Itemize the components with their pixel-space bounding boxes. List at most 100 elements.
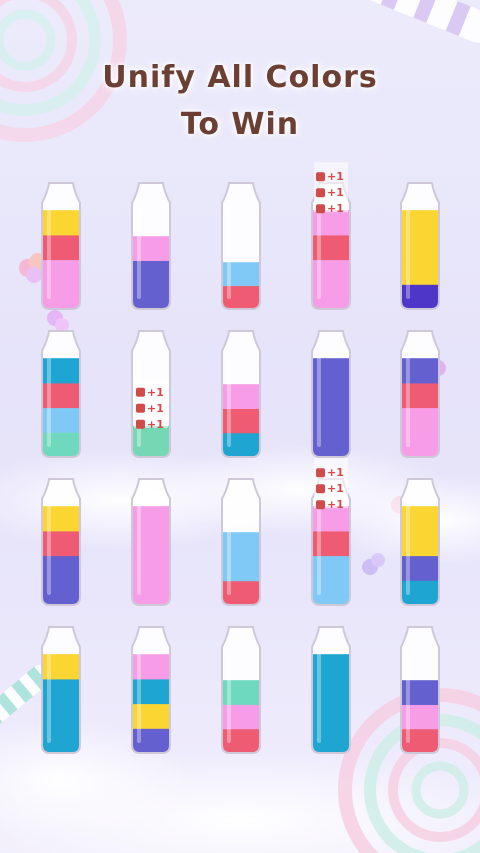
liquid-layer-pink bbox=[132, 555, 170, 581]
glass-highlight bbox=[47, 357, 51, 447]
liquid-layer-yellow bbox=[401, 506, 439, 532]
liquid-layer-indigo bbox=[132, 728, 170, 753]
glass-highlight bbox=[317, 357, 321, 447]
glass-highlight bbox=[317, 209, 321, 299]
bonus-label: +1 bbox=[327, 170, 344, 183]
liquid-layer-lightblue bbox=[312, 555, 350, 581]
bottle[interactable] bbox=[130, 626, 172, 754]
bottle[interactable] bbox=[399, 626, 441, 754]
bottle[interactable] bbox=[40, 330, 82, 458]
liquid-layer-lightblue bbox=[222, 556, 260, 582]
liquid-layer-pink bbox=[42, 259, 80, 285]
liquid-layer-darkblue bbox=[42, 703, 80, 729]
liquid-layer-lightblue bbox=[222, 532, 260, 557]
glass-highlight bbox=[406, 357, 410, 447]
liquid-layer-indigo bbox=[132, 260, 170, 286]
bottle[interactable] bbox=[40, 182, 82, 310]
bottle[interactable] bbox=[310, 330, 352, 458]
liquid-layer-pink bbox=[132, 580, 170, 605]
liquid-layer-pink bbox=[222, 704, 260, 730]
liquid-layer-yellow bbox=[42, 506, 80, 532]
liquid-layer-indigo bbox=[401, 680, 439, 705]
liquid-layer-darkblue bbox=[312, 654, 350, 680]
liquid-layer-red bbox=[222, 728, 260, 753]
liquid-layer-lightblue bbox=[312, 580, 350, 605]
glass-highlight bbox=[227, 505, 231, 595]
liquid-layer-indigo bbox=[312, 358, 350, 384]
liquid-layer-red bbox=[42, 234, 80, 261]
liquid-layer-yellow bbox=[132, 703, 170, 729]
bottle[interactable] bbox=[130, 478, 172, 606]
liquid-layer-red bbox=[401, 728, 439, 753]
bonus-label: +1 bbox=[327, 186, 344, 199]
bottle[interactable] bbox=[40, 626, 82, 754]
liquid-layer-pink bbox=[42, 284, 80, 309]
bottle[interactable] bbox=[220, 626, 262, 754]
liquid-layer-darkblue bbox=[312, 678, 350, 705]
bottle[interactable] bbox=[130, 182, 172, 310]
liquid-layer-indigo bbox=[132, 284, 170, 309]
liquid-layer-pink bbox=[132, 236, 170, 261]
bottle[interactable] bbox=[399, 182, 441, 310]
glass-highlight bbox=[317, 505, 321, 595]
liquid-layer-red bbox=[312, 530, 350, 557]
liquid-layer-yellow bbox=[401, 234, 439, 261]
bottle[interactable] bbox=[220, 182, 262, 310]
liquid-layer-yellow bbox=[401, 259, 439, 285]
liquid-layer-red bbox=[42, 382, 80, 409]
liquid-layer-yellow bbox=[401, 210, 439, 236]
bonus-label: +1 bbox=[327, 466, 344, 479]
glass-highlight bbox=[406, 653, 410, 743]
glass-highlight bbox=[47, 505, 51, 595]
bottle[interactable] bbox=[399, 330, 441, 458]
liquid-layer-teal bbox=[42, 432, 80, 457]
liquid-layer-darkblue bbox=[401, 580, 439, 605]
liquid-layer-red bbox=[42, 530, 80, 557]
liquid-layer-lightblue bbox=[42, 407, 80, 433]
bottle[interactable]: +1 +1 +1 bbox=[310, 458, 352, 606]
glass-highlight bbox=[47, 653, 51, 743]
liquid-layer-pink bbox=[132, 506, 170, 532]
liquid-layer-indigo bbox=[42, 580, 80, 605]
liquid-layer-indigo bbox=[312, 432, 350, 457]
liquid-layer-pink bbox=[312, 259, 350, 285]
bonus-label: +1 bbox=[327, 498, 344, 511]
bottle[interactable] bbox=[220, 330, 262, 458]
liquid-layer-darkblue bbox=[312, 728, 350, 753]
bonus-label: +1 bbox=[147, 386, 164, 399]
liquid-layer-pink bbox=[401, 704, 439, 730]
thumbs-up-icon bbox=[316, 484, 325, 494]
liquid-layer-teal bbox=[222, 680, 260, 705]
glass-highlight bbox=[406, 209, 410, 299]
liquid-layer-pink bbox=[132, 530, 170, 557]
bottle[interactable]: +1 +1 +1 bbox=[130, 330, 172, 458]
thumbs-up-icon bbox=[316, 500, 325, 510]
bottle[interactable] bbox=[220, 478, 262, 606]
bottle[interactable] bbox=[40, 478, 82, 606]
glass-highlight bbox=[317, 653, 321, 743]
liquid-layer-red bbox=[222, 580, 260, 605]
liquid-layer-indigo bbox=[42, 555, 80, 581]
thumbs-up-icon bbox=[316, 204, 325, 214]
thumbs-up-icon bbox=[136, 419, 145, 429]
liquid-layer-violet bbox=[401, 284, 439, 309]
thumbs-up-icon bbox=[316, 468, 325, 478]
liquid-layer-indigo bbox=[312, 382, 350, 409]
liquid-layer-pink bbox=[222, 384, 260, 409]
liquid-layer-pink bbox=[401, 407, 439, 433]
bottle-board: +1 +1 +1 +1 +1 +1 +1 +1 +1 bbox=[40, 162, 441, 754]
liquid-layer-indigo bbox=[312, 407, 350, 433]
thumbs-up-icon bbox=[316, 172, 325, 182]
bottle[interactable] bbox=[399, 478, 441, 606]
liquid-layer-indigo bbox=[401, 358, 439, 384]
bottle[interactable]: +1 +1 +1 bbox=[310, 162, 352, 310]
liquid-layer-darkblue bbox=[222, 432, 260, 457]
bonus-label: +1 bbox=[147, 418, 164, 431]
liquid-layer-red bbox=[401, 382, 439, 409]
bottle[interactable] bbox=[310, 626, 352, 754]
glass-highlight bbox=[227, 357, 231, 447]
liquid-layer-pink bbox=[312, 284, 350, 309]
thumbs-up-icon bbox=[136, 403, 145, 413]
thumbs-up-icon bbox=[136, 387, 145, 397]
liquid-layer-red bbox=[222, 408, 260, 434]
